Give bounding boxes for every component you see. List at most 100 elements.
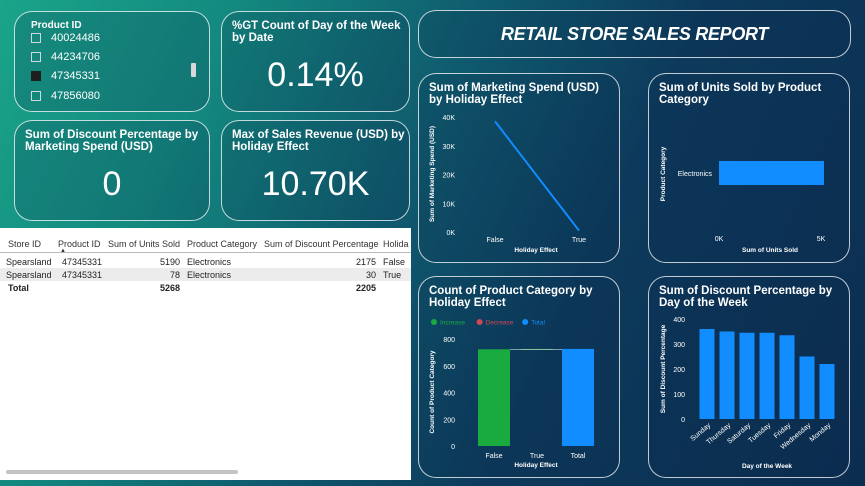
- table-cell: 5190: [159, 257, 180, 267]
- discount-by-marketing-card: Sum of Discount Percentage by Marketing …: [14, 120, 210, 221]
- table-cell: 78: [169, 270, 180, 280]
- y-tick-label: 200: [443, 417, 455, 424]
- bar[interactable]: [759, 332, 775, 419]
- y-axis-title: Sum of Discount Percentage: [660, 324, 667, 413]
- checkbox-icon[interactable]: [31, 91, 41, 101]
- slicer-item[interactable]: 47345331: [31, 67, 100, 85]
- bar[interactable]: [699, 329, 715, 419]
- slicer-scrollbar[interactable]: [191, 63, 196, 77]
- bar[interactable]: [739, 332, 755, 419]
- discount-by-day-chart: 0100200300400SundayThursdaySaturdayTuesd…: [660, 317, 835, 470]
- x-axis-title: Day of the Week: [742, 463, 792, 470]
- bar[interactable]: [719, 161, 824, 185]
- legend-marker[interactable]: [431, 319, 437, 325]
- units-sold-chart: Electronics 0K 5K Sum of Units Sold Product …: [660, 146, 826, 254]
- table-row: Spearsland 47345331 5190 Electronics 217…: [0, 255, 411, 268]
- table-cell: 47345331: [62, 257, 103, 267]
- marketing-spend-chart-card: Sum of Marketing Spend (USD) by Holiday …: [418, 73, 620, 263]
- x-axis-title: Sum of Units Sold: [742, 247, 798, 254]
- legend-label[interactable]: Decrease: [486, 320, 514, 327]
- x-tick-label: Monday: [809, 422, 833, 444]
- table-cell: Total: [8, 283, 29, 293]
- table-cell: 2205: [355, 283, 376, 293]
- bar[interactable]: [478, 349, 510, 446]
- y-tick-label: 400: [673, 317, 685, 324]
- table-cell: False: [383, 257, 406, 267]
- x-tick-label: False: [486, 237, 503, 244]
- table-cell: 30: [365, 270, 376, 280]
- x-tick-label: True: [530, 453, 544, 460]
- y-axis-title: Count of Product Category: [429, 350, 436, 433]
- y-tick-label: 20K: [443, 173, 456, 180]
- table-row: Spearsland 47345331 78 Electronics 30 Tr…: [0, 268, 411, 281]
- x-axis-title: Holiday Effect: [514, 247, 558, 254]
- sales-table: Store ID Product ID Sum of Units Sold Pr…: [0, 228, 411, 480]
- kpi-value: 10.70K: [261, 165, 370, 203]
- y-tick-label: 40K: [443, 115, 456, 122]
- report-title: RETAIL STORE SALES REPORT: [500, 24, 769, 44]
- x-tick-label: False: [485, 453, 502, 460]
- y-tick-label: 400: [443, 391, 455, 398]
- table-cell: 47345331: [62, 270, 103, 280]
- column-header[interactable]: Holida: [383, 239, 409, 249]
- x-tick-label: Tuesday: [747, 422, 772, 445]
- column-header[interactable]: Product Category: [187, 239, 257, 249]
- y-tick-label: 600: [443, 364, 455, 371]
- y-tick-label: 100: [673, 392, 685, 399]
- y-axis-title: Sum of Marketing Spend (USD): [429, 126, 436, 222]
- card-title: %GT Count of Day of the Week by Date: [232, 20, 401, 44]
- y-tick-label: 30K: [443, 144, 456, 151]
- y-tick-label: 0: [681, 417, 685, 424]
- bar[interactable]: [779, 335, 795, 419]
- table-horizontal-scrollbar[interactable]: [6, 470, 238, 474]
- kpi-value: 0: [102, 165, 122, 203]
- column-header[interactable]: Store ID: [8, 239, 41, 249]
- column-header[interactable]: Sum of Discount Percentage: [264, 239, 379, 249]
- slicer-item-label: 44234706: [51, 51, 100, 63]
- table-cell: Spearsland: [6, 270, 52, 280]
- y-tick-label: 300: [673, 342, 685, 349]
- checkbox-icon[interactable]: [31, 33, 41, 43]
- slicer-item[interactable]: 47856080: [31, 87, 100, 105]
- slicer-item-label: 40024486: [51, 32, 100, 44]
- slicer-item-label: 47856080: [51, 90, 100, 102]
- x-tick-label: 5K: [817, 236, 826, 243]
- legend-marker[interactable]: [476, 319, 483, 325]
- table-cell: Spearsland: [6, 257, 52, 267]
- bar[interactable]: [719, 331, 735, 420]
- column-header[interactable]: Sum of Units Sold: [108, 239, 180, 249]
- bar[interactable]: [819, 364, 835, 419]
- y-tick-label: 800: [443, 337, 455, 344]
- series-line[interactable]: [494, 120, 580, 232]
- table-cell: Electronics: [187, 257, 232, 267]
- legend-marker[interactable]: [522, 319, 529, 325]
- bar[interactable]: [562, 348, 594, 446]
- table-cell: 5268: [159, 283, 180, 293]
- checkbox-checked-icon[interactable]: [31, 71, 41, 81]
- legend-label[interactable]: Increase: [440, 320, 465, 327]
- x-tick-label: Total: [571, 453, 586, 460]
- marketing-spend-chart: 0K 10K 20K 30K 40K False True Holiday Effect Sum…: [429, 115, 586, 254]
- table-cell: True: [383, 270, 402, 280]
- slicer-item-label: 47345331: [51, 70, 100, 82]
- kpi-value: 0.14%: [267, 56, 364, 94]
- product-category-chart-card: Count of Product Category by Holiday Eff…: [418, 276, 620, 478]
- product-id-slicer: Product ID 40024486 44234706 47345331 47…: [14, 11, 210, 112]
- checkbox-icon[interactable]: [31, 52, 41, 62]
- x-tick-label: True: [572, 237, 586, 244]
- y-tick-label: 0: [451, 444, 455, 451]
- slicer-item[interactable]: 40024486: [31, 32, 100, 47]
- legend-label[interactable]: Total: [531, 320, 545, 327]
- slicer-item[interactable]: 44234706: [31, 48, 100, 66]
- table-cell: 2175: [355, 257, 376, 267]
- slicer-title: Product ID: [31, 20, 82, 31]
- sort-indicator-icon[interactable]: ▲: [60, 248, 66, 254]
- table-cell: Electronics: [187, 270, 232, 280]
- max-sales-card: Max of Sales Revenue (USD) by Holiday Ef…: [221, 120, 410, 221]
- bar[interactable]: [799, 356, 815, 420]
- y-tick-label: Electronics: [678, 171, 713, 178]
- card-title: Sum of Discount Percentage by Marketing …: [25, 129, 199, 153]
- y-tick-label: 0K: [446, 230, 455, 237]
- y-tick-label: 200: [673, 367, 685, 374]
- gt-count-card: %GT Count of Day of the Week by Date 0.1…: [221, 11, 410, 112]
